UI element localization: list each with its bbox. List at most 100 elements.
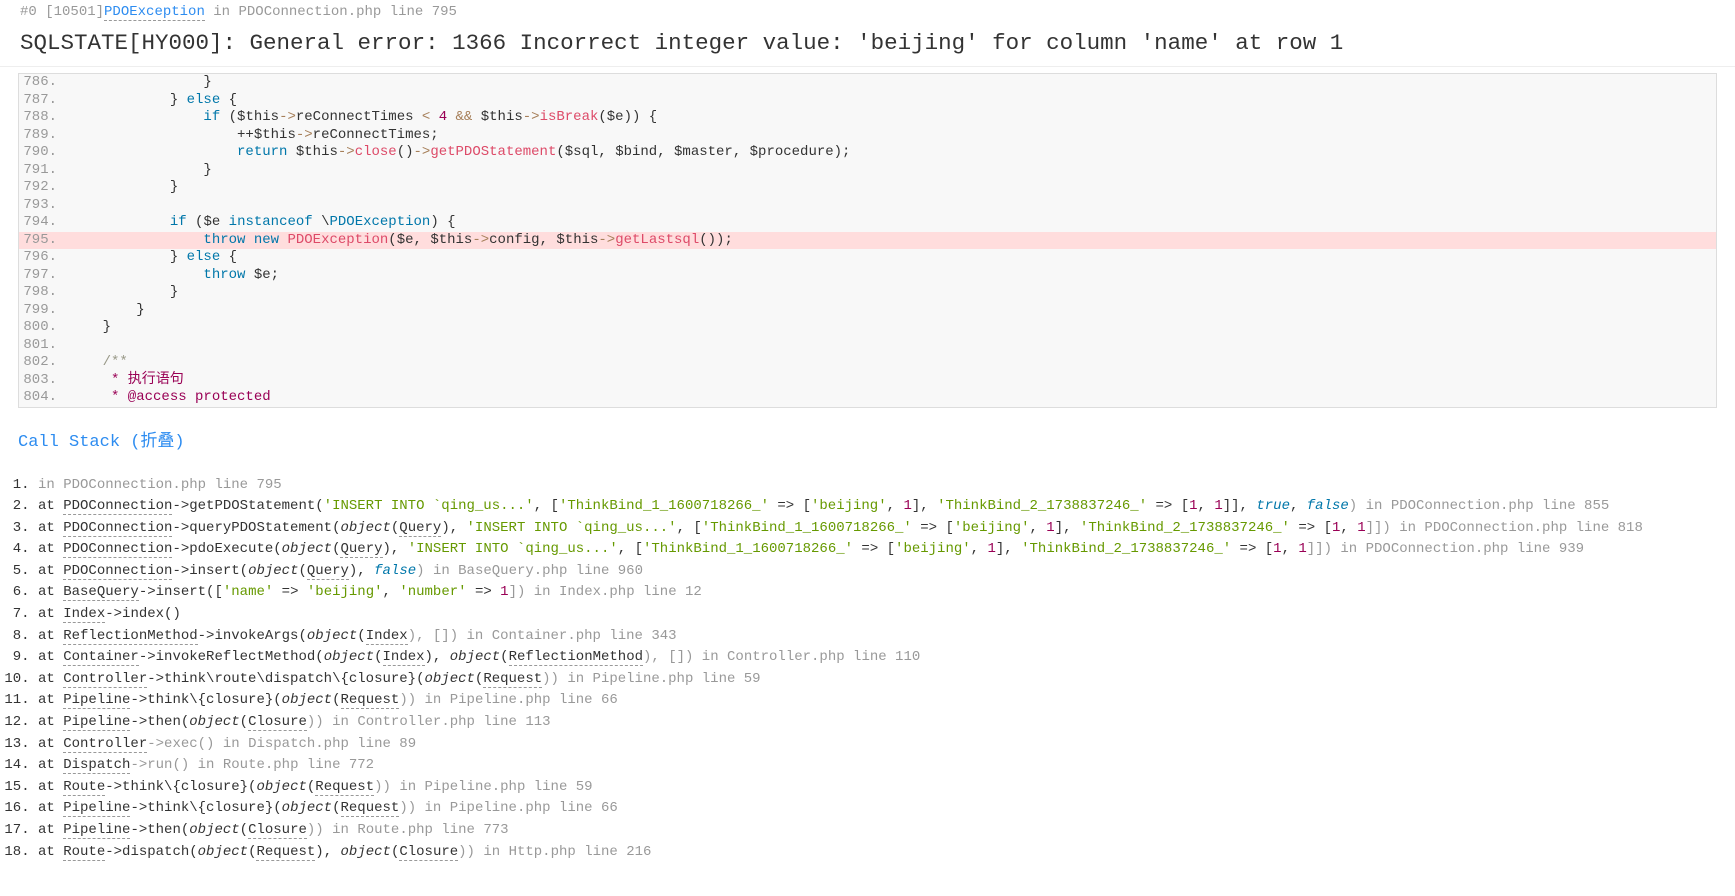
stack-frame: at Controller->exec() in Dispatch.php li… [38, 735, 1717, 755]
class-link[interactable]: Closure [399, 844, 458, 861]
code-line: 798. } [19, 284, 1716, 302]
code-text: } else { [65, 92, 1716, 110]
code-line: 788. if ($this->reConnectTimes < 4 && $t… [19, 109, 1716, 127]
code-line: 793. [19, 197, 1716, 215]
error-code: [10501] [45, 4, 104, 20]
stack-frame: at Pipeline->think\{closure}(object(Requ… [38, 691, 1717, 711]
class-link[interactable]: Route [63, 844, 105, 861]
class-link[interactable]: Controller [63, 736, 147, 753]
line-number: 786. [19, 74, 65, 92]
stack-frame: in PDOConnection.php line 795 [38, 476, 1717, 496]
code-line-highlighted: 795. throw new PDOException($e, $this->c… [19, 232, 1716, 250]
class-link[interactable]: Pipeline [63, 692, 130, 709]
exception-location: PDOConnection.php line 795 [238, 4, 456, 20]
code-text: /** [65, 354, 1716, 372]
call-stack-header: Call Stack (折叠) [0, 414, 1735, 458]
code-line: 792. } [19, 179, 1716, 197]
line-number: 792. [19, 179, 65, 197]
stack-frame: at PDOConnection->queryPDOStatement(obje… [38, 519, 1717, 539]
code-text: if ($this->reConnectTimes < 4 && $this->… [65, 109, 1716, 127]
class-link[interactable]: Request [256, 844, 315, 861]
class-link[interactable]: Closure [248, 714, 307, 731]
line-number: 797. [19, 267, 65, 285]
class-link[interactable]: BaseQuery [63, 584, 139, 601]
code-text: } else { [65, 249, 1716, 267]
line-number: 787. [19, 92, 65, 110]
code-line: 796. } else { [19, 249, 1716, 267]
line-number: 796. [19, 249, 65, 267]
class-link[interactable]: Closure [248, 822, 307, 839]
fold-toggle-link[interactable]: (折叠) [120, 433, 185, 452]
line-number: 793. [19, 197, 65, 215]
class-link[interactable]: PDOConnection [63, 541, 172, 558]
class-link[interactable]: Route [63, 779, 105, 796]
code-line: 794. if ($e instanceof \PDOException) { [19, 214, 1716, 232]
class-link[interactable]: Request [315, 779, 374, 796]
call-stack-title: Call Stack [18, 433, 120, 452]
class-link[interactable]: Request [341, 692, 400, 709]
class-link[interactable]: Request [341, 800, 400, 817]
class-link[interactable]: Request [483, 671, 542, 688]
class-link[interactable]: Dispatch [63, 757, 130, 774]
class-link[interactable]: PDOConnection [63, 498, 172, 515]
code-text: } [65, 162, 1716, 180]
code-line: 803. * 执行语句 [19, 372, 1716, 390]
stack-frame: at PDOConnection->insert(object(Query), … [38, 562, 1717, 582]
frame-index: #0 [20, 4, 37, 20]
class-link[interactable]: Controller [63, 671, 147, 688]
code-text: } [65, 179, 1716, 197]
code-text: return $this->close()->getPDOStatement($… [65, 144, 1716, 162]
code-snippet: 786. } 787. } else { 788. if ($this->reC… [18, 73, 1717, 408]
code-line: 797. throw $e; [19, 267, 1716, 285]
stack-frame: at Dispatch->run() in Route.php line 772 [38, 756, 1717, 776]
class-link[interactable]: Index [63, 606, 105, 623]
class-link[interactable]: PDOConnection [63, 563, 172, 580]
line-number: 798. [19, 284, 65, 302]
class-link[interactable]: Index [366, 628, 408, 645]
stack-frame: at Route->dispatch(object(Request), obje… [38, 843, 1717, 863]
exception-class-link[interactable]: PDOException [104, 4, 205, 21]
class-link[interactable]: Pipeline [63, 800, 130, 817]
code-line: 802. /** [19, 354, 1716, 372]
class-link[interactable]: Pipeline [63, 714, 130, 731]
code-text: throw new PDOException($e, $this->config… [65, 232, 1716, 250]
line-number: 791. [19, 162, 65, 180]
code-text: if ($e instanceof \PDOException) { [65, 214, 1716, 232]
class-link[interactable]: Query [340, 541, 382, 558]
code-text: * @access protected [65, 389, 1716, 407]
code-text: } [65, 319, 1716, 337]
class-link[interactable]: Index [383, 649, 425, 666]
class-link[interactable]: Query [307, 563, 349, 580]
code-text: } [65, 74, 1716, 92]
line-number: 795. [19, 232, 65, 250]
stack-frame: at Pipeline->then(object(Closure)) in Co… [38, 713, 1717, 733]
code-text: * 执行语句 [65, 372, 1716, 390]
line-number: 790. [19, 144, 65, 162]
class-link[interactable]: ReflectionMethod [509, 649, 643, 666]
line-number: 788. [19, 109, 65, 127]
code-line: 789. ++$this->reConnectTimes; [19, 127, 1716, 145]
class-link[interactable]: Pipeline [63, 822, 130, 839]
class-link[interactable]: ReflectionMethod [63, 628, 197, 645]
stack-frame: at Pipeline->then(object(Closure)) in Ro… [38, 821, 1717, 841]
stack-frame: at Pipeline->think\{closure}(object(Requ… [38, 799, 1717, 819]
class-link[interactable]: Query [399, 520, 441, 537]
code-line: 800. } [19, 319, 1716, 337]
code-line: 791. } [19, 162, 1716, 180]
code-text: } [65, 284, 1716, 302]
class-link[interactable]: Container [63, 649, 139, 666]
stack-frame: at Route->think\{closure}(object(Request… [38, 778, 1717, 798]
stack-frame: at Controller->think\route\dispatch\{clo… [38, 670, 1717, 690]
code-line: 786. } [19, 74, 1716, 92]
code-text [65, 197, 1716, 215]
class-link[interactable]: PDOConnection [63, 520, 172, 537]
exception-header: #0 [10501]PDOException in PDOConnection.… [0, 0, 1735, 24]
line-number: 794. [19, 214, 65, 232]
line-number: 789. [19, 127, 65, 145]
stack-frame: at Container->invokeReflectMethod(object… [38, 648, 1717, 668]
code-text [65, 337, 1716, 355]
code-line: 804. * @access protected [19, 389, 1716, 407]
line-number: 803. [19, 372, 65, 390]
line-number: 799. [19, 302, 65, 320]
stack-frame: at PDOConnection->pdoExecute(object(Quer… [38, 540, 1717, 560]
